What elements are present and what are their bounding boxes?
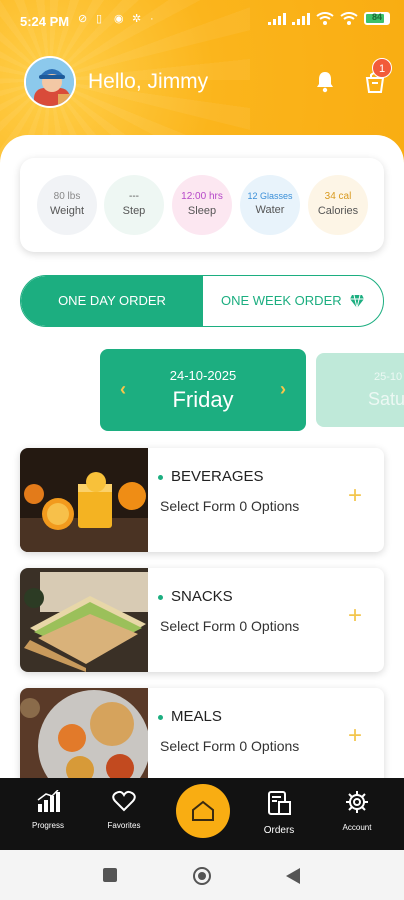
category-title: SNACKS — [158, 588, 233, 605]
one-day-order-tab[interactable]: ONE DAY ORDER — [21, 276, 203, 326]
stat-calories[interactable]: 34 cal Calories — [308, 175, 368, 235]
nav-progress-label: Progress — [31, 821, 64, 830]
mute-icon: ⊘ — [78, 13, 88, 25]
category-snacks[interactable]: SNACKS Select Form 0 Options + — [20, 568, 384, 672]
gear-icon — [346, 791, 368, 813]
day-text: Friday — [172, 387, 234, 412]
dot-icon: · — [150, 13, 154, 25]
system-nav-bar — [0, 850, 404, 900]
beverages-image — [20, 448, 148, 552]
back-icon[interactable] — [286, 868, 300, 884]
category-subtitle: Select Form 0 Options — [160, 738, 300, 754]
diamond-icon — [350, 294, 364, 309]
stat-label: Water — [255, 204, 285, 216]
category-title: BEVERAGES — [158, 468, 264, 485]
progress-icon — [37, 789, 60, 812]
add-icon[interactable]: + — [348, 724, 362, 748]
stat-value: 12:00 hrs — [181, 191, 223, 202]
category-subtitle: Select Form 0 Options — [160, 498, 300, 514]
nav-progress[interactable]: Progress — [18, 789, 78, 830]
heart-icon — [112, 790, 136, 812]
order-type-toggle: ONE DAY ORDER ONE WEEK ORDER — [20, 275, 384, 327]
bullet-dot — [158, 594, 163, 600]
stat-value: --- — [129, 191, 139, 202]
stat-value: 12 Glasses — [247, 191, 293, 201]
day-text: Satu — [368, 389, 404, 409]
stat-water[interactable]: 12 Glasses Water — [240, 175, 300, 235]
nav-account-label: Account — [342, 823, 372, 832]
bell-icon[interactable] — [313, 70, 337, 94]
category-meals[interactable]: MEALS Select Form 0 Options + — [20, 688, 384, 792]
status-notification-icons: ⊘ ▯ ◉ ✲ · — [78, 12, 162, 26]
nav-home-button[interactable] — [176, 784, 230, 838]
date-card-selected[interactable]: ‹ 24-10-2025 Friday › — [100, 349, 306, 431]
wifi-icon — [316, 12, 334, 25]
stat-label: Calories — [317, 205, 359, 217]
date-text: 25-10 — [374, 371, 403, 383]
category-title-text: MEALS — [171, 708, 222, 725]
add-icon[interactable]: + — [348, 484, 362, 508]
nav-favorites[interactable]: Favorites — [94, 790, 154, 830]
home-system-icon[interactable] — [192, 866, 212, 886]
snacks-image — [20, 568, 148, 672]
stat-label: Sleep — [187, 205, 217, 217]
one-week-order-tab[interactable]: ONE WEEK ORDER — [203, 276, 383, 326]
whatsapp-icon: ◉ — [114, 13, 124, 25]
battery-icon: 84 — [364, 12, 390, 25]
chevron-right-icon[interactable]: › — [280, 379, 286, 400]
stat-label: Weight — [49, 205, 85, 217]
stat-value: 34 cal — [324, 191, 352, 202]
battery-level: 84 — [371, 12, 382, 22]
stat-weight[interactable]: 80 lbs Weight — [37, 175, 97, 235]
avatar[interactable] — [24, 56, 76, 108]
meals-image — [20, 688, 148, 792]
wifi-icon-2 — [340, 12, 358, 25]
stat-sleep[interactable]: 12:00 hrs Sleep — [172, 175, 232, 235]
chevron-left-icon[interactable]: ‹ — [120, 379, 126, 400]
recents-icon[interactable] — [103, 868, 117, 882]
stat-step[interactable]: --- Step — [104, 175, 164, 235]
nav-favorites-label: Favorites — [107, 821, 141, 830]
category-title-text: BEVERAGES — [171, 468, 264, 485]
notification-icon: ▯ — [96, 13, 103, 25]
bullet-dot — [158, 714, 163, 720]
category-title: MEALS — [158, 708, 222, 725]
date-text: 24-10-2025 — [169, 368, 237, 383]
status-right-icons: 84 — [268, 12, 390, 25]
category-beverages[interactable]: BEVERAGES Select Form 0 Options + — [20, 448, 384, 552]
date-card-next[interactable]: 25-10 Satu — [316, 353, 404, 427]
settings-status-icon: ✲ — [132, 13, 142, 25]
category-subtitle: Select Form 0 Options — [160, 618, 300, 634]
bullet-dot — [158, 474, 163, 480]
signal-icon — [268, 12, 286, 25]
stats-card: 80 lbs Weight --- Step 12:00 hrs Sleep 1… — [20, 158, 384, 252]
orders-icon — [268, 791, 291, 815]
nav-orders[interactable]: Orders — [249, 790, 309, 836]
add-icon[interactable]: + — [348, 604, 362, 628]
nav-account[interactable]: Account — [327, 790, 387, 832]
status-bar: 5:24 PM ⊘ ▯ ◉ ✲ · 84 — [0, 0, 404, 44]
stat-label: Step — [122, 205, 146, 217]
signal-icon-2 — [292, 12, 310, 25]
greeting-text: Hello, Jimmy — [88, 70, 209, 93]
nav-orders-label: Orders — [263, 825, 295, 836]
stat-value: 80 lbs — [53, 191, 81, 202]
cart-badge: 1 — [372, 58, 392, 78]
one-week-order-label: ONE WEEK ORDER — [221, 293, 342, 308]
home-icon — [192, 800, 214, 821]
category-title-text: SNACKS — [171, 588, 233, 605]
status-time: 5:24 PM — [20, 14, 70, 29]
